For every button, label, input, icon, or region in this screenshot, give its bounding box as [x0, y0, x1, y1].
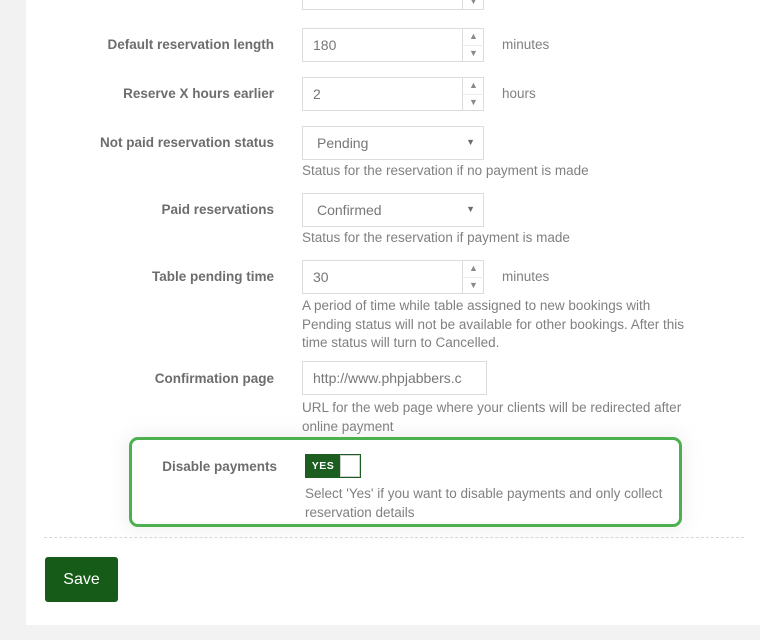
spinner-up-icon[interactable]: ▲: [463, 77, 484, 95]
input-confirmation-page[interactable]: http://www.phpjabbers.c: [302, 361, 487, 395]
suffix-table-pending-time: minutes: [502, 269, 550, 284]
chevron-down-icon[interactable]: ▼: [466, 138, 475, 147]
number-input-wrap-reserve-x-hours-earlier: 2 ▲ ▼: [302, 77, 484, 111]
help-confirmation-page: URL for the web page where your clients …: [302, 400, 682, 434]
chevron-down-icon[interactable]: ▼: [466, 205, 475, 214]
disable-payments-toggle[interactable]: YES: [305, 454, 361, 478]
label-default-reservation-length: Default reservation length: [107, 37, 274, 52]
control-reserve-x-hours-earlier: 2 ▲ ▼: [302, 77, 484, 111]
label-confirmation-page: Confirmation page: [154, 371, 274, 386]
select-not-paid-reservation-status[interactable]: Pending: [302, 126, 484, 160]
select-wrap-not-paid-reservation-status[interactable]: Pending ▼: [302, 126, 484, 160]
select-wrap-paid-reservations[interactable]: Confirmed ▼: [302, 193, 484, 227]
spinner-down-icon[interactable]: ▼: [463, 46, 484, 63]
spinner-up-icon[interactable]: ▲: [463, 260, 484, 278]
select-paid-reservations[interactable]: Confirmed: [302, 193, 484, 227]
spinner-table-pending-time[interactable]: ▲ ▼: [462, 260, 484, 294]
label-paid-reservations: Paid reservations: [161, 202, 274, 217]
spinner-down-icon[interactable]: ▼: [463, 95, 484, 112]
control-paid-reservations: Confirmed ▼: [302, 193, 484, 227]
suffix-default-reservation-length: minutes: [502, 37, 550, 52]
toggle-knob[interactable]: [340, 455, 360, 477]
highlighted-disable-payments-box: Disable payments YES Select 'Yes' if you…: [129, 437, 682, 527]
number-input-wrap-table-pending-time: 30 ▲ ▼: [302, 260, 484, 294]
partial-number-input-wrap: 30:00 ▲ ▼: [302, 0, 484, 10]
spinner-down-icon[interactable]: ▼: [463, 278, 484, 295]
spinner-up-icon[interactable]: ▲: [463, 28, 484, 46]
spinner-down-icon[interactable]: ▼: [463, 0, 484, 10]
input-reserve-x-hours-earlier[interactable]: 2: [302, 77, 484, 111]
help-not-paid-reservation-status: Status for the reservation if no payment…: [302, 163, 589, 178]
label-disable-payments: Disable payments: [162, 459, 277, 474]
partial-row-above: 30:00 ▲ ▼: [302, 0, 484, 10]
settings-panel: 30:00 ▲ ▼ Default reservation length 180…: [26, 0, 760, 625]
help-paid-reservations: Status for the reservation if payment is…: [302, 230, 570, 245]
control-table-pending-time: 30 ▲ ▼: [302, 260, 484, 294]
left-gutter: [0, 0, 26, 640]
form-divider: [44, 537, 744, 538]
label-reserve-x-hours-earlier: Reserve X hours earlier: [123, 86, 274, 101]
control-confirmation-page: http://www.phpjabbers.c: [302, 361, 487, 395]
save-button[interactable]: Save: [45, 557, 118, 602]
label-table-pending-time: Table pending time: [151, 269, 274, 284]
partial-number-input[interactable]: 30:00: [302, 0, 484, 10]
spinner-default-reservation-length[interactable]: ▲ ▼: [462, 28, 484, 62]
input-default-reservation-length[interactable]: 180: [302, 28, 484, 62]
settings-page: 30:00 ▲ ▼ Default reservation length 180…: [0, 0, 760, 640]
input-table-pending-time[interactable]: 30: [302, 260, 484, 294]
suffix-reserve-x-hours-earlier: hours: [502, 86, 536, 101]
toggle-state-label: YES: [311, 460, 335, 472]
partial-spinner[interactable]: ▲ ▼: [462, 0, 484, 10]
label-not-paid-reservation-status: Not paid reservation status: [99, 135, 274, 150]
help-disable-payments: Select 'Yes' if you want to disable paym…: [305, 486, 663, 520]
help-table-pending-time: A period of time while table assigned to…: [302, 298, 684, 350]
number-input-wrap-default-reservation-length: 180 ▲ ▼: [302, 28, 484, 62]
spinner-reserve-x-hours-earlier[interactable]: ▲ ▼: [462, 77, 484, 111]
page-bottom-strip: [0, 625, 760, 640]
control-disable-payments: YES: [305, 454, 361, 478]
control-not-paid-reservation-status: Pending ▼: [302, 126, 484, 160]
control-default-reservation-length: 180 ▲ ▼: [302, 28, 484, 62]
